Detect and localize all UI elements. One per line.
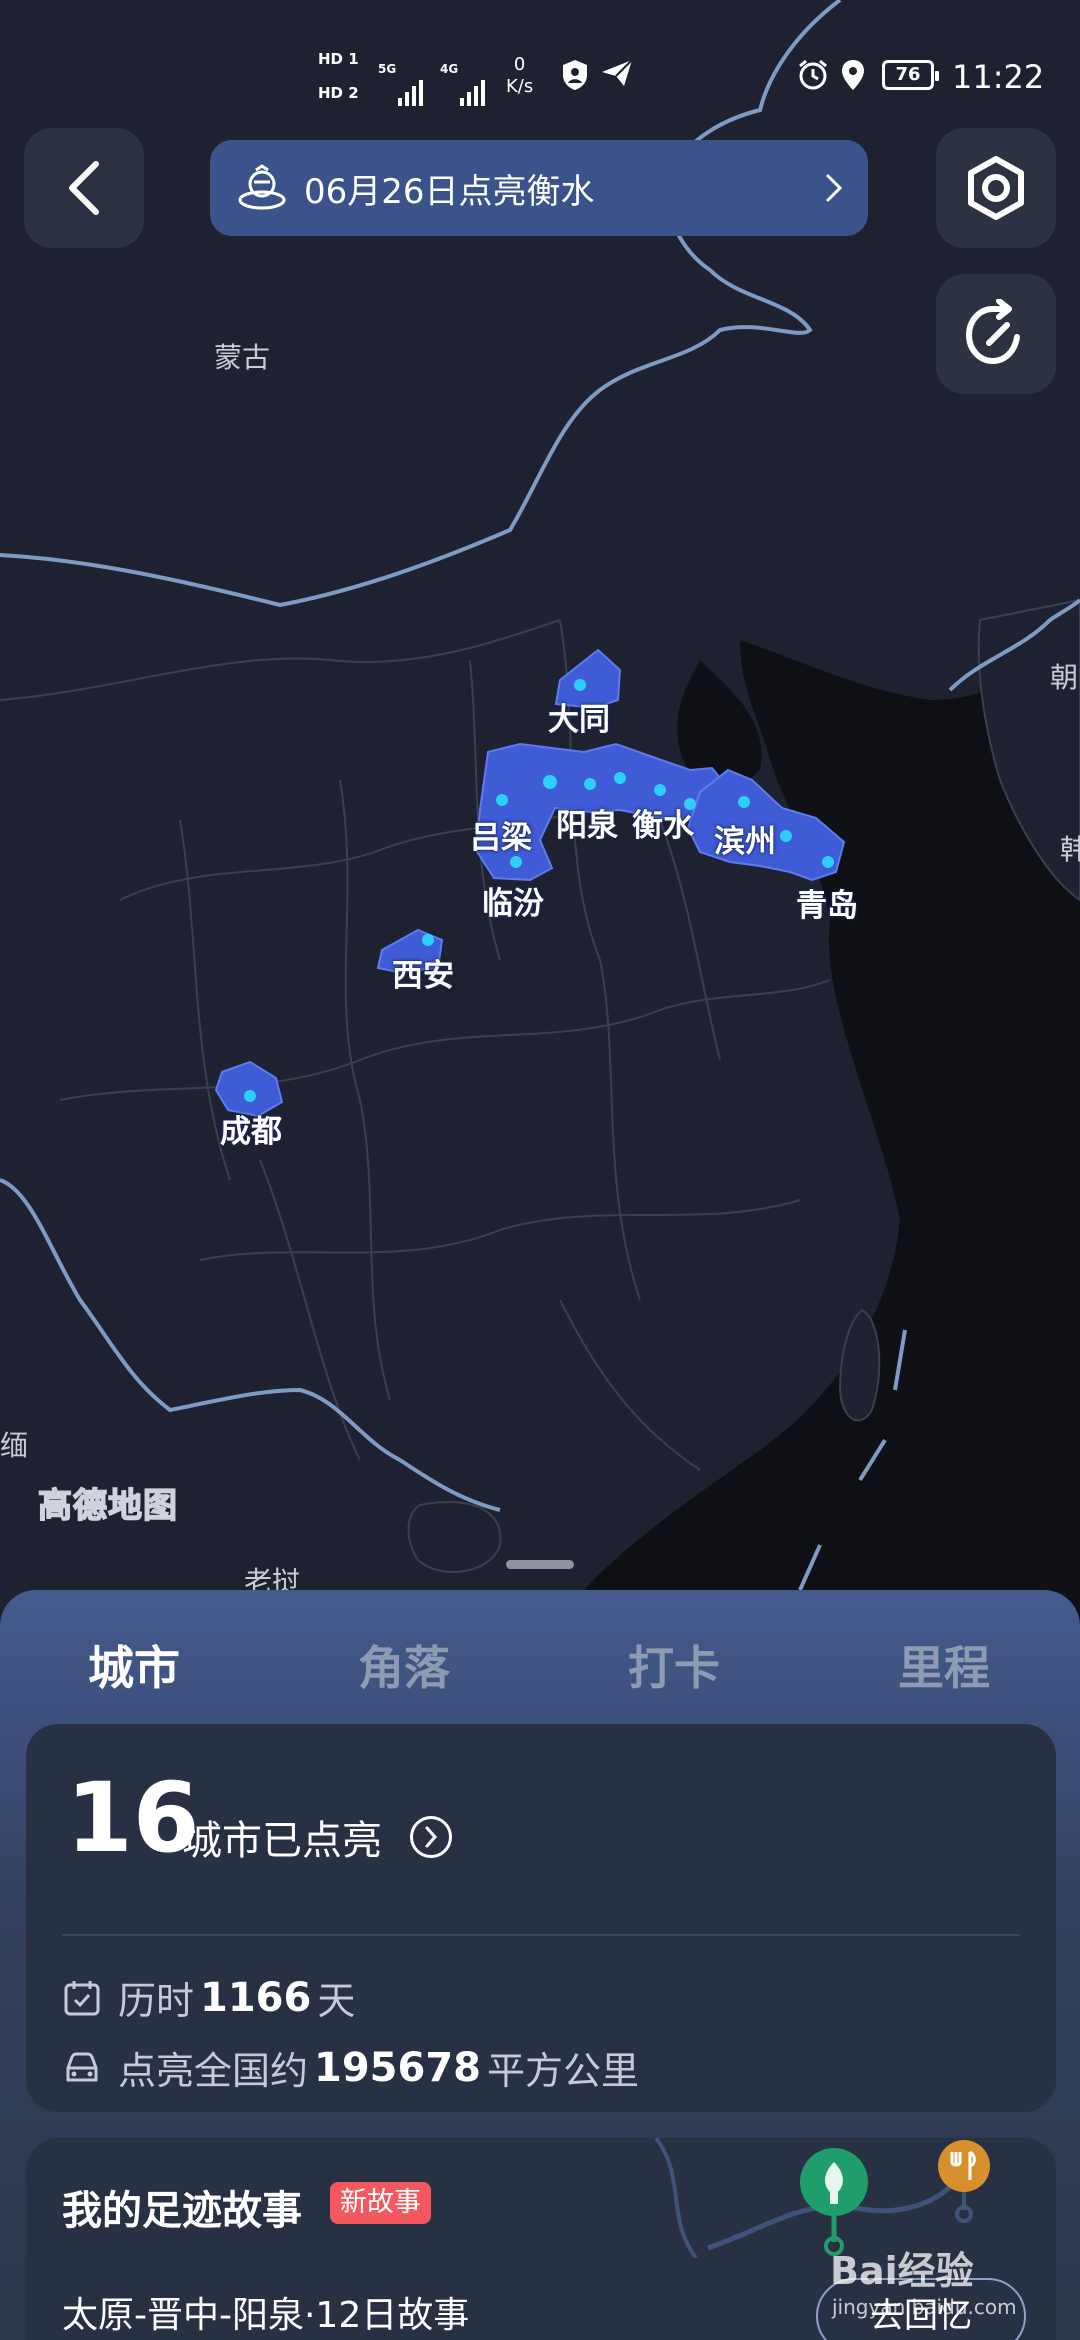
chevron-right-icon: [826, 174, 843, 202]
area-value: 195678: [314, 2044, 482, 2091]
duration-row: 历时 1166 天: [62, 1970, 355, 2025]
banner-text: 06月26日点亮衡水: [304, 171, 595, 212]
share-button[interactable]: [936, 274, 1056, 394]
tab-mileage[interactable]: 里程: [898, 1632, 990, 1698]
send-plane-icon: [602, 59, 633, 86]
story-subtitle: 太原-晋中-阳泉·12日故事: [62, 2295, 470, 2336]
amap-logo: 高德地图: [37, 1485, 178, 1527]
city-label-qingdao[interactable]: 青岛: [796, 880, 858, 925]
duration-unit: 天: [317, 1979, 356, 2023]
country-label-myanmar: 缅: [0, 1429, 29, 1462]
map-view[interactable]: 蒙古 朝 韩 老挝 缅 大同 吕梁 阳泉 衡水 滨州 临汾 青岛 西安 成都 高…: [0, 0, 1080, 1620]
signal-icon-2: [460, 80, 485, 106]
stats-divider: [62, 1934, 1020, 1936]
tab-corner[interactable]: 角落: [358, 1632, 450, 1698]
alarm-icon: [799, 59, 827, 90]
city-label-datong[interactable]: 大同: [548, 694, 610, 739]
chevron-right-icon: [425, 1826, 438, 1848]
share-icon: [965, 299, 1020, 365]
baidu-jingyan-watermark: Bai经验 jingyan.baidu.com: [830, 2249, 1017, 2319]
hd1-indicator: HD 1: [318, 50, 359, 68]
calendar-check-icon: [64, 1980, 100, 2015]
city-label-chengdu[interactable]: 成都: [220, 1106, 282, 1151]
network-4g-label: 4G: [440, 62, 459, 76]
city-detail-button[interactable]: [410, 1816, 452, 1858]
car-icon: [66, 2052, 98, 2081]
city-stats-card[interactable]: 16 城市已点亮 历时 1166 天 点亮全国约 195678 平方公里: [26, 1724, 1056, 2112]
astronaut-icon: [238, 164, 286, 210]
country-label-korea-north: 朝: [1050, 661, 1079, 694]
shield-person-icon: [563, 60, 587, 90]
duration-prefix: 历时: [118, 1979, 195, 2023]
lit-city-label: 城市已点亮: [182, 1818, 382, 1864]
area-unit: 平方公里: [487, 2049, 640, 2093]
settings-button[interactable]: [936, 128, 1056, 248]
country-label-mongolia: 蒙古: [214, 341, 271, 374]
signal-icon-1: [398, 80, 423, 106]
city-label-xian[interactable]: 西安: [392, 950, 454, 995]
restaurant-pin-icon: [938, 2140, 990, 2223]
status-time: 11:22: [952, 58, 1045, 96]
taiwan-island: [838, 1308, 881, 1422]
bottom-panel: 城市 角落 打卡 里程 16 城市已点亮 历时 1166 天 点亮全国约 195…: [0, 1590, 1080, 2340]
map-canvas: [0, 0, 1080, 1620]
city-label-yangquan[interactable]: 阳泉: [556, 800, 618, 845]
city-label-hengshui[interactable]: 衡水: [632, 800, 694, 845]
location-pin-icon: [842, 60, 864, 90]
tab-city[interactable]: 城市: [88, 1632, 180, 1698]
tab-checkin[interactable]: 打卡: [628, 1632, 720, 1698]
hainan-island: [407, 1501, 502, 1573]
national-border-sw: [0, 1178, 501, 1512]
city-label-linfen[interactable]: 临汾: [482, 878, 544, 923]
new-story-badge: 新故事: [330, 2182, 431, 2224]
country-label-korea-south: 韩: [1060, 833, 1080, 866]
network-speed: 0 K/s: [506, 54, 534, 97]
status-bar: HD 1 HD 2 5G 4G 0 K/s 76 11:22: [0, 40, 1080, 120]
area-row: 点亮全国约 195678 平方公里: [62, 2040, 639, 2095]
chevron-left-icon: [69, 161, 99, 215]
battery-indicator: 76: [882, 60, 939, 90]
area-prefix: 点亮全国约: [118, 2049, 309, 2093]
panel-drag-handle[interactable]: [506, 1560, 574, 1569]
duration-value: 1166: [200, 1974, 312, 2021]
city-label-binzhou[interactable]: 滨州: [714, 816, 776, 861]
city-label-lvliang[interactable]: 吕梁: [470, 812, 532, 857]
back-button[interactable]: [24, 128, 144, 248]
story-title: 我的足迹故事: [62, 2188, 302, 2234]
hd2-indicator: HD 2: [318, 84, 359, 102]
lit-city-banner[interactable]: 06月26日点亮衡水: [210, 140, 868, 236]
lit-city-count: 16: [66, 1762, 200, 1874]
panel-tabs: 城市 角落 打卡 里程: [0, 1632, 1080, 1760]
network-5g-label: 5G: [378, 62, 397, 76]
hexagon-nut-icon: [968, 156, 1024, 220]
